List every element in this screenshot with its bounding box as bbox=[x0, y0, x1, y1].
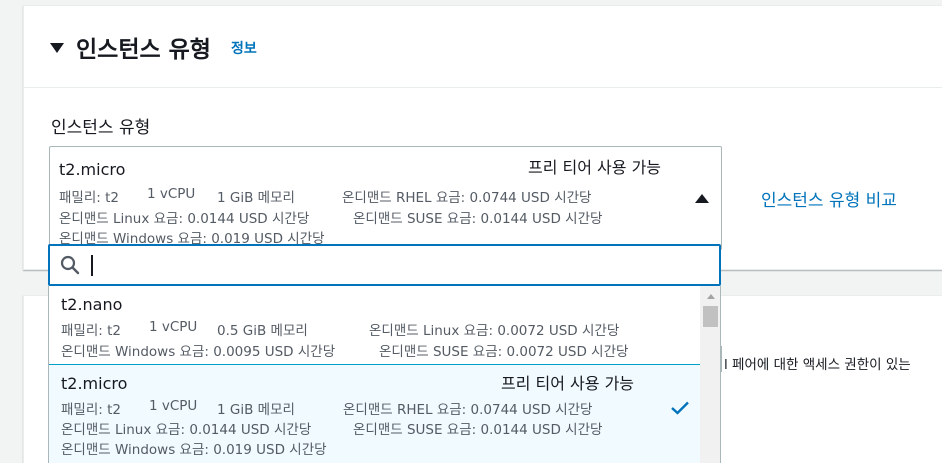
field-label: 인스턴스 유형 bbox=[51, 118, 151, 138]
suse-price: 온디맨드 SUSE 요금: 0.0072 USD 시간당 bbox=[379, 344, 629, 360]
family-label: 패밀리: t2 bbox=[61, 402, 121, 418]
check-icon bbox=[671, 401, 689, 415]
key-pair-description: l 페어에 대한 액세스 권한이 있는 bbox=[724, 357, 911, 373]
scroll-up-icon[interactable] bbox=[707, 294, 715, 299]
caret-down-icon[interactable] bbox=[50, 43, 64, 53]
windows-price: 온디맨드 Windows 요금: 0.019 USD 시간당 bbox=[61, 442, 327, 458]
vcpu-label: 1 vCPU bbox=[147, 186, 196, 202]
family-label: 패밀리: t2 bbox=[59, 190, 119, 206]
instance-type-dropdown: t2.nano 패밀리: t2 1 vCPU 0.5 GiB 메모리 온디맨드 … bbox=[48, 286, 721, 463]
family-label: 패밀리: t2 bbox=[61, 323, 121, 339]
list-item[interactable]: t2.nano 패밀리: t2 1 vCPU 0.5 GiB 메모리 온디맨드 … bbox=[49, 286, 700, 364]
panel-header[interactable]: 인스턴스 유형 정보 bbox=[24, 6, 942, 88]
caret-up-icon[interactable] bbox=[695, 194, 709, 203]
instance-type-panel: 인스턴스 유형 정보 인스턴스 유형 t2.micro 프리 티어 사용 가능 … bbox=[23, 5, 942, 270]
rhel-price: 온디맨드 RHEL 요금: 0.0744 USD 시간당 bbox=[343, 402, 593, 418]
free-tier-badge: 프리 티어 사용 가능 bbox=[528, 158, 662, 177]
instance-type-search[interactable] bbox=[48, 244, 721, 286]
option-name: t2.nano bbox=[61, 295, 123, 314]
memory-label: 0.5 GiB 메모리 bbox=[217, 323, 308, 339]
option-name: t2.micro bbox=[61, 374, 128, 393]
selected-instance-name: t2.micro bbox=[59, 160, 126, 179]
linux-price: 온디맨드 Linux 요금: 0.0144 USD 시간당 bbox=[61, 422, 312, 438]
linux-price: 온디맨드 Linux 요금: 0.0144 USD 시간당 bbox=[59, 211, 310, 227]
instance-type-select[interactable]: t2.micro 프리 티어 사용 가능 패밀리: t2 1 vCPU 1 Gi… bbox=[49, 146, 722, 250]
suse-price: 온디맨드 SUSE 요금: 0.0144 USD 시간당 bbox=[353, 422, 603, 438]
scroll-thumb[interactable] bbox=[703, 306, 718, 327]
dropdown-scrollbar[interactable] bbox=[700, 286, 720, 463]
vcpu-label: 1 vCPU bbox=[149, 319, 198, 335]
suse-price: 온디맨드 SUSE 요금: 0.0144 USD 시간당 bbox=[353, 211, 603, 227]
list-item-selected[interactable]: t2.micro 프리 티어 사용 가능 패밀리: t2 1 vCPU 1 Gi… bbox=[49, 364, 700, 463]
divider bbox=[721, 346, 722, 372]
free-tier-badge: 프리 티어 사용 가능 bbox=[501, 374, 635, 393]
search-input[interactable] bbox=[88, 250, 688, 280]
memory-label: 1 GiB 메모리 bbox=[217, 402, 295, 418]
windows-price: 온디맨드 Windows 요금: 0.0095 USD 시간당 bbox=[61, 344, 336, 360]
linux-price: 온디맨드 Linux 요금: 0.0072 USD 시간당 bbox=[369, 323, 620, 339]
panel-title: 인스턴스 유형 bbox=[76, 37, 211, 63]
compare-instance-types-link[interactable]: 인스턴스 유형 비교 bbox=[761, 186, 897, 211]
text-cursor bbox=[91, 255, 93, 276]
rhel-price: 온디맨드 RHEL 요금: 0.0744 USD 시간당 bbox=[342, 190, 592, 206]
search-icon bbox=[60, 255, 80, 275]
vcpu-label: 1 vCPU bbox=[149, 398, 198, 414]
info-link[interactable]: 정보 bbox=[231, 38, 257, 58]
memory-label: 1 GiB 메모리 bbox=[217, 190, 295, 206]
